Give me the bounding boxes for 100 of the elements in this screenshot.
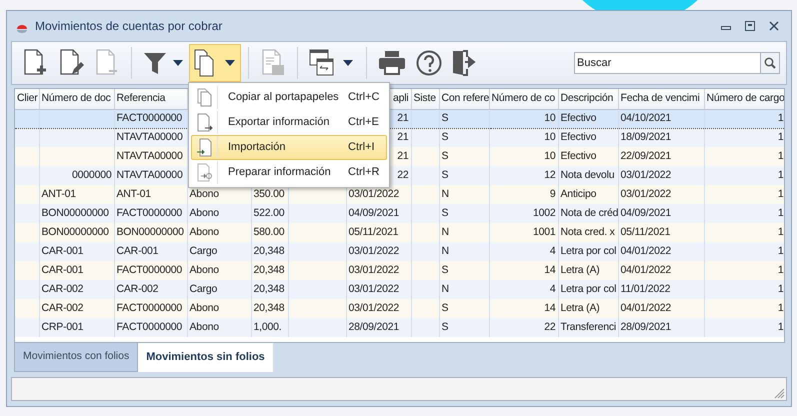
table-cell: 03/01/2022 <box>618 166 704 185</box>
table-cell: 04/09/2021 <box>346 204 411 223</box>
table-cell: ANT-01 <box>39 185 114 204</box>
search-field[interactable]: Buscar <box>574 52 760 74</box>
search-icon <box>764 57 776 69</box>
table-cell: S <box>439 166 489 185</box>
table-cell: 1 <box>704 261 784 280</box>
table-cell: 04/10/2021 <box>618 109 704 128</box>
menu-item[interactable]: Importación Ctrl+I <box>191 135 387 160</box>
table-cell: 04/01/2022 <box>618 261 704 280</box>
table-cell: FACT0000000 <box>114 299 187 318</box>
table-cell: 1 <box>704 242 784 261</box>
table-cell: BON00000000 <box>39 223 114 242</box>
table-cell: Anticipo <box>558 185 618 204</box>
document-icon <box>196 88 213 107</box>
table-cell: FACT0000000 <box>114 204 187 223</box>
table-cell: 18/09/2021 <box>618 128 704 147</box>
table-cell: 05/11/2021 <box>618 223 704 242</box>
table-cell: 20,348 <box>251 242 288 261</box>
table-cell: 03/01/2022 <box>618 185 704 204</box>
tab[interactable]: Movimientos con folios <box>14 343 138 372</box>
table-cell: 1002 <box>489 204 558 223</box>
table-cell: 0000000 <box>39 166 114 185</box>
table-cell: Letra (A) <box>558 299 618 318</box>
table-cell: 1001 <box>489 223 558 242</box>
column-header[interactable]: Descripción <box>558 89 618 109</box>
table-cell: 1 <box>704 280 784 299</box>
table-cell: S <box>439 299 489 318</box>
table-cell: 04/01/2022 <box>618 242 704 261</box>
table-cell: 20,348 <box>251 280 288 299</box>
table-cell: S <box>439 147 489 166</box>
table-cell: S <box>439 128 489 147</box>
table-cell: Abono <box>187 204 251 223</box>
close-icon[interactable] <box>769 21 779 31</box>
table-cell: FACT0000000 <box>114 318 187 337</box>
table-cell: 20,348 <box>251 299 288 318</box>
column-header[interactable]: Referencia <box>114 89 187 109</box>
table-cell: N <box>439 280 489 299</box>
column-header[interactable]: Fecha de vencimi <box>618 89 704 109</box>
table-cell: Efectivo <box>558 147 618 166</box>
table-cell: 4 <box>489 242 558 261</box>
table-cell: 22 <box>489 318 558 337</box>
document-icon <box>196 163 213 182</box>
table-cell: CAR-002 <box>39 299 114 318</box>
table-cell: NTAVTA00000 <box>114 166 187 185</box>
table-cell: Letra por col <box>558 280 618 299</box>
table-cell: 1 <box>704 204 784 223</box>
table-cell: 1 <box>704 147 784 166</box>
table-cell: 1 <box>704 299 784 318</box>
table-cell: ANT-01 <box>114 185 187 204</box>
table-cell: Efectivo <box>558 109 618 128</box>
table-cell: 04/01/2022 <box>618 299 704 318</box>
table-cell: 4 <box>489 280 558 299</box>
column-header[interactable]: Clier <box>15 89 39 109</box>
table-cell: S <box>439 261 489 280</box>
tab[interactable]: Movimientos sin folios <box>138 343 273 372</box>
table-cell: 10 <box>489 109 558 128</box>
table-cell: Abono <box>187 299 251 318</box>
table-cell: Efectivo <box>558 128 618 147</box>
table-cell: Cargo <box>187 280 251 299</box>
table-cell: FACT0000000 <box>114 109 187 128</box>
table-cell: S <box>439 204 489 223</box>
table-cell: 05/11/2021 <box>346 223 411 242</box>
table-cell: Abono <box>187 223 251 242</box>
table-cell: CAR-001 <box>39 261 114 280</box>
table-cell: 14 <box>489 261 558 280</box>
table-cell: 12 <box>489 166 558 185</box>
table-cell: 580.00 <box>251 223 288 242</box>
table-cell: N <box>439 242 489 261</box>
table-cell: N <box>439 223 489 242</box>
table-cell: CAR-001 <box>39 242 114 261</box>
table-cell: 1 <box>704 185 784 204</box>
table-cell: S <box>439 318 489 337</box>
table-cell: 522.00 <box>251 204 288 223</box>
table-cell: Abono <box>187 261 251 280</box>
table-cell: 11/01/2022 <box>618 280 704 299</box>
column-header[interactable]: Siste <box>411 89 439 109</box>
table-cell: 28/09/2021 <box>346 318 411 337</box>
column-header[interactable]: Número de co <box>489 89 558 109</box>
table-cell: 22/09/2021 <box>618 147 704 166</box>
table-cell: 04/09/2021 <box>618 204 704 223</box>
resize-grip-icon[interactable] <box>774 388 785 399</box>
table-cell: 10 <box>489 128 558 147</box>
table-cell: CRP-001 <box>39 318 114 337</box>
table-cell: Transferenci <box>558 318 618 337</box>
search-button[interactable] <box>760 52 780 74</box>
table-cell: Letra por col <box>558 242 618 261</box>
document-icon <box>196 138 213 157</box>
table-cell: CAR-002 <box>114 280 187 299</box>
table-cell: 1 <box>704 223 784 242</box>
table-cell: S <box>439 109 489 128</box>
column-header[interactable]: Número de cargo <box>704 89 784 109</box>
table-cell: BON00000000 <box>114 223 187 242</box>
copy-button[interactable] <box>189 44 241 82</box>
menu-item[interactable]: Copiar al portapapeles Ctrl+C <box>191 85 387 110</box>
column-header[interactable]: Número de doc <box>39 89 114 109</box>
table-cell: 14 <box>489 299 558 318</box>
maximize-icon[interactable] <box>745 21 755 31</box>
table-cell: 1,000. <box>251 318 288 337</box>
table-cell: 20,348 <box>251 261 288 280</box>
